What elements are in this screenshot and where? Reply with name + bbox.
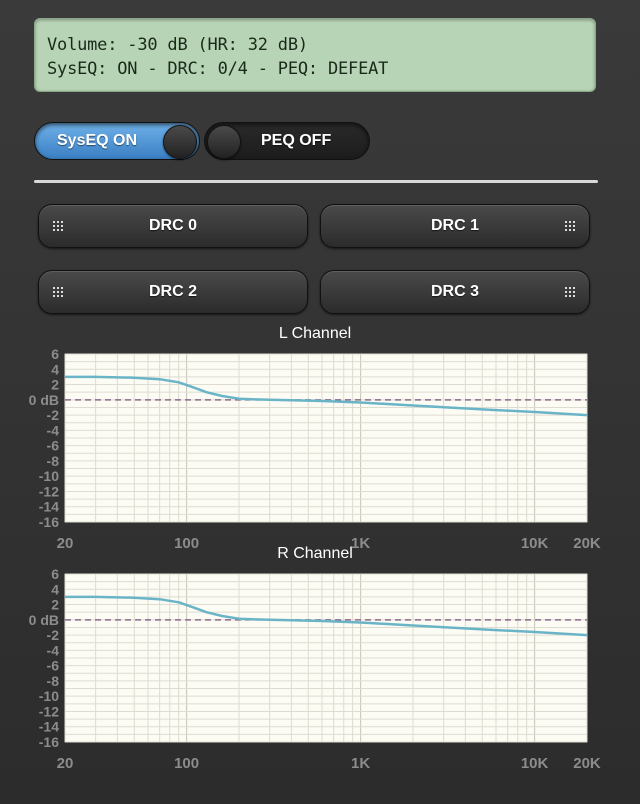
y-tick-label: -10 bbox=[39, 468, 59, 484]
y-tick-label: -16 bbox=[39, 514, 59, 530]
y-tick-label: -10 bbox=[39, 688, 59, 704]
drc-1-button[interactable]: DRC 1 bbox=[320, 204, 590, 248]
y-tick-label: -8 bbox=[47, 453, 60, 469]
y-tick-label: 0 dB bbox=[29, 392, 59, 408]
y-tick-label: 2 bbox=[51, 377, 59, 393]
drc-0-button[interactable]: DRC 0 bbox=[38, 204, 308, 248]
syseq-toggle-knob[interactable] bbox=[163, 125, 197, 159]
drc-2-label: DRC 2 bbox=[148, 283, 197, 300]
y-tick-label: 6 bbox=[51, 566, 59, 582]
y-tick-label: 2 bbox=[51, 597, 59, 613]
peq-toggle[interactable]: PEQ OFF bbox=[204, 122, 370, 160]
x-tick-label: 20K bbox=[573, 755, 601, 772]
y-tick-label: -6 bbox=[47, 658, 60, 674]
drc-1-label: DRC 1 bbox=[430, 217, 479, 234]
y-tick-label: -6 bbox=[47, 438, 60, 454]
status-line-eq: SysEQ: ON - DRC: 0/4 - PEQ: DEFEAT bbox=[47, 59, 389, 79]
section-divider bbox=[34, 180, 598, 183]
y-tick-label: -2 bbox=[47, 407, 60, 423]
y-tick-label: -4 bbox=[47, 422, 60, 438]
status-display: Volume: -30 dB (HR: 32 dB) SysEQ: ON - D… bbox=[34, 18, 596, 92]
x-tick-label: 10K bbox=[521, 755, 549, 772]
syseq-toggle[interactable]: SysEQ ON bbox=[34, 122, 200, 160]
peq-toggle-knob[interactable] bbox=[207, 125, 241, 159]
syseq-toggle-label: SysEQ ON bbox=[57, 132, 138, 149]
r-channel-chart: 6420 dB-2-4-6-8-10-12-14-16 20 100 1K 10K 20K bbox=[29, 566, 601, 772]
y-tick-label: -2 bbox=[47, 627, 60, 643]
x-tick-label: 20 bbox=[57, 755, 74, 772]
peq-toggle-label: PEQ OFF bbox=[261, 132, 332, 149]
drc-0-label: DRC 0 bbox=[148, 217, 197, 234]
y-tick-label: -14 bbox=[39, 719, 59, 735]
y-tick-label: -14 bbox=[39, 499, 59, 515]
grip-icon bbox=[53, 287, 63, 297]
x-tick-label: 100 bbox=[174, 755, 199, 772]
y-tick-label: 4 bbox=[51, 581, 59, 597]
y-tick-label: -12 bbox=[39, 483, 59, 499]
y-tick-label: -4 bbox=[47, 642, 60, 658]
status-line-volume: Volume: -30 dB (HR: 32 dB) bbox=[47, 35, 308, 55]
grip-icon bbox=[565, 287, 575, 297]
x-tick-label: 1K bbox=[351, 755, 370, 772]
y-tick-label: -16 bbox=[39, 734, 59, 750]
y-tick-label: -12 bbox=[39, 703, 59, 719]
grip-icon bbox=[53, 221, 63, 231]
grip-icon bbox=[565, 221, 575, 231]
drc-3-button[interactable]: DRC 3 bbox=[320, 270, 590, 314]
drc-3-label: DRC 3 bbox=[430, 283, 479, 300]
y-tick-label: 0 dB bbox=[29, 612, 59, 628]
y-tick-label: 4 bbox=[51, 361, 59, 377]
y-tick-label: 6 bbox=[51, 346, 59, 362]
l-channel-chart: 6420 dB-2-4-6-8-10-12-14-1620 100 1K 10K 20K bbox=[29, 346, 601, 552]
y-tick-label: -8 bbox=[47, 673, 60, 689]
drc-2-button[interactable]: DRC 2 bbox=[38, 270, 308, 314]
